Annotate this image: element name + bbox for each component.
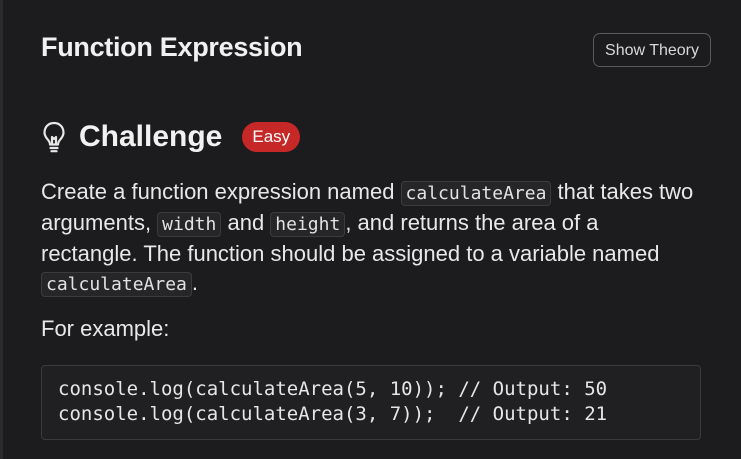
code-line: console.log(calculateArea(3, 7)); // Out… xyxy=(58,403,608,425)
show-theory-button[interactable]: Show Theory xyxy=(593,33,711,67)
challenge-heading-row: Challenge Easy xyxy=(41,117,301,157)
inline-code-height: height xyxy=(270,212,346,237)
description-text: and xyxy=(221,210,271,235)
code-line: console.log(calculateArea(5, 10)); // Ou… xyxy=(58,378,608,400)
inline-code-function-name: calculateArea xyxy=(400,181,552,206)
challenge-panel: Function Expression Show Theory Challeng… xyxy=(3,0,741,459)
example-label: For example: xyxy=(41,316,170,341)
description-text: . xyxy=(191,270,199,295)
page-title: Function Expression xyxy=(41,32,303,62)
example-code-block: console.log(calculateArea(5, 10)); // Ou… xyxy=(41,365,701,440)
inline-code-width: width xyxy=(157,212,222,237)
header: Function Expression Show Theory xyxy=(41,30,711,70)
challenge-title: Challenge xyxy=(79,120,223,153)
description-text: Create a function expression named xyxy=(41,179,401,204)
lightbulb-icon xyxy=(41,120,67,154)
difficulty-badge: Easy xyxy=(242,122,301,152)
challenge-description: Create a function expression named calcu… xyxy=(41,177,701,299)
inline-code-variable-name: calculateArea xyxy=(41,272,192,297)
